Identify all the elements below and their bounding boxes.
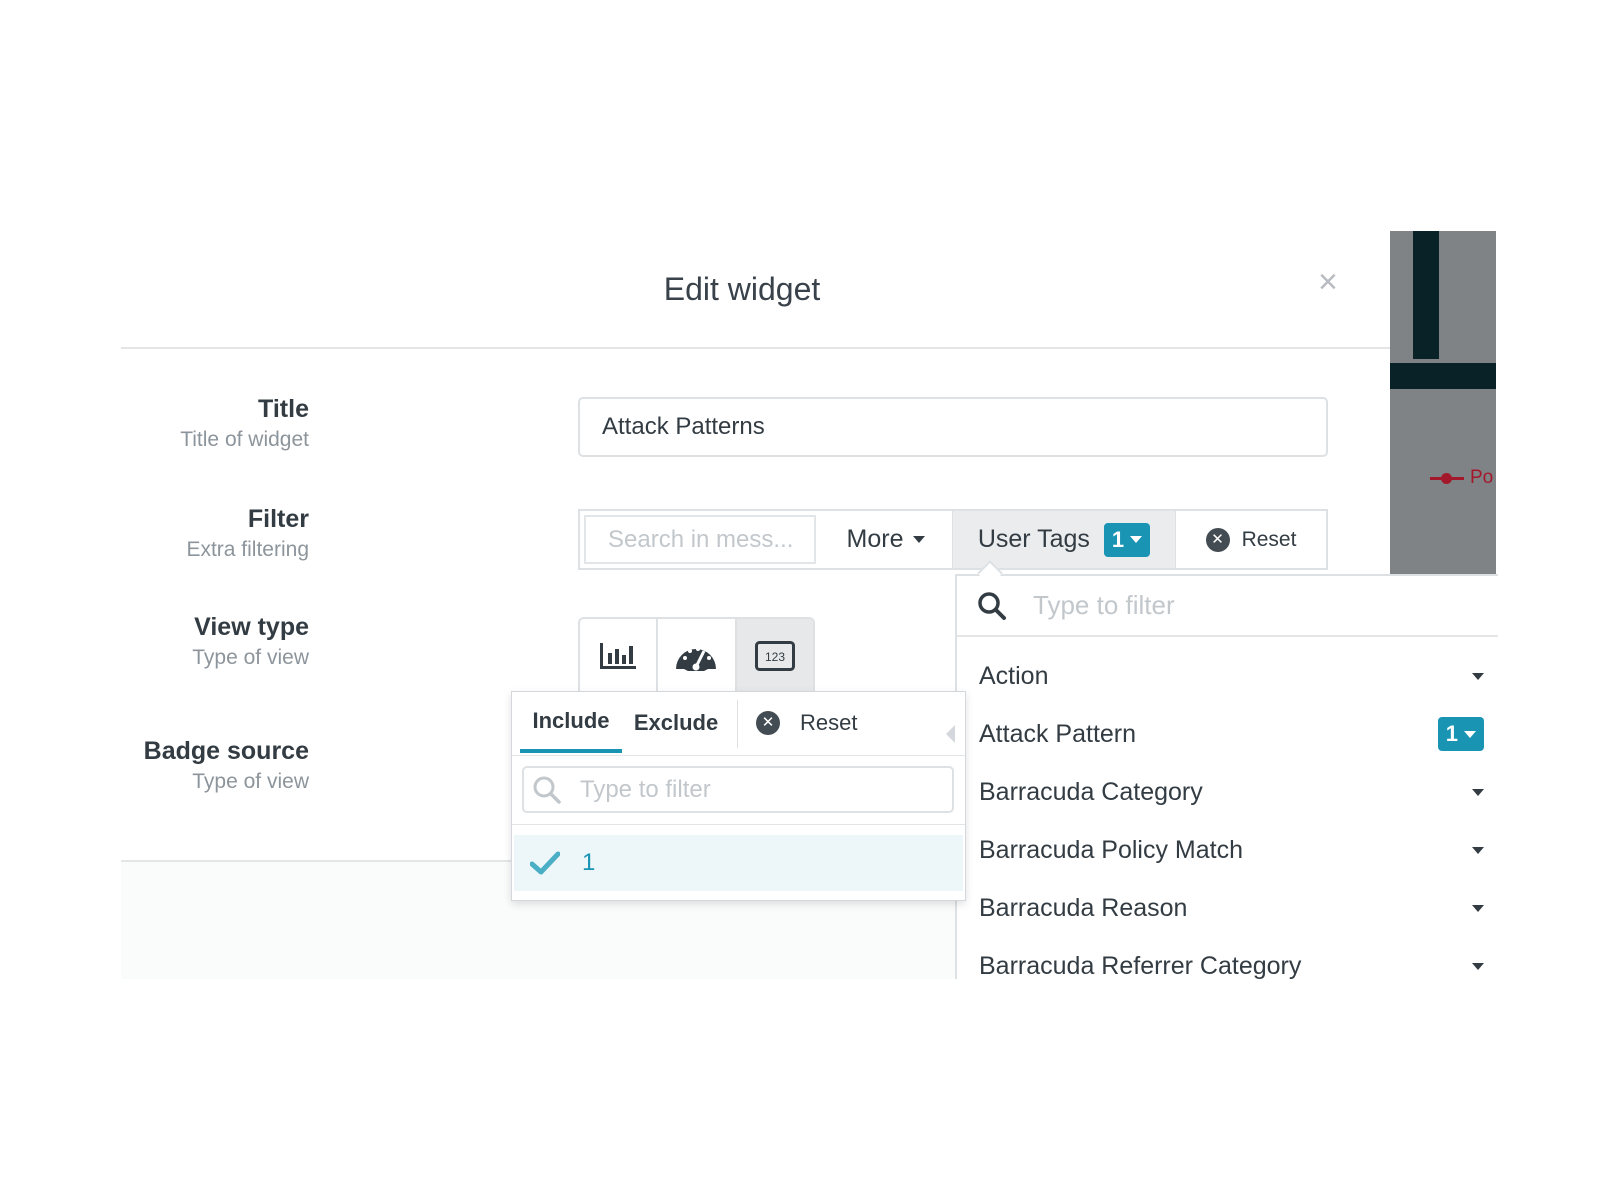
tag-values-dropdown: Include Exclude ✕ Reset Type to filter 1	[511, 691, 966, 901]
caret-down-icon	[1472, 904, 1484, 912]
filter-label: Filter	[247, 505, 309, 533]
view-type-number-button[interactable]: 123	[736, 619, 813, 693]
background-chart-bar	[1390, 363, 1496, 389]
search-icon	[978, 591, 1006, 620]
legend-label: Po	[1470, 467, 1494, 488]
tag-category-item[interactable]: Barracuda Referrer Category	[957, 937, 1498, 979]
checkmark-icon	[530, 851, 560, 875]
tag-category-item[interactable]: Barracuda Policy Match	[957, 821, 1498, 879]
tag-category-label: Barracuda Category	[979, 777, 1203, 806]
include-exclude-tabs: Include Exclude ✕ Reset	[512, 692, 965, 756]
user-tags-count-badge: 1	[1103, 522, 1151, 557]
caret-down-icon	[913, 536, 926, 543]
tag-category-dropdown: Type to filter Action Attack Pattern 1 B…	[955, 574, 1498, 979]
view-type-label-group: View type Type of view	[192, 611, 309, 673]
view-type-bar-chart-button[interactable]	[580, 619, 659, 693]
gauge-icon	[676, 647, 717, 671]
tag-category-item[interactable]: Barracuda Reason	[957, 879, 1498, 937]
tag-category-label: Barracuda Policy Match	[979, 835, 1244, 864]
tag-value-item[interactable]: 1	[514, 835, 963, 891]
more-filters-button[interactable]: More	[820, 511, 953, 568]
filter-reset-button[interactable]: ✕ Reset	[1175, 511, 1326, 568]
tag-values-reset-button[interactable]: ✕ Reset	[756, 692, 857, 753]
tag-search-input[interactable]: Type to filter	[957, 576, 1498, 637]
caret-down-icon	[1472, 962, 1484, 970]
tab-exclude[interactable]: Exclude	[626, 692, 726, 753]
modal-header: Edit widget ×	[121, 231, 1390, 349]
tag-category-label: Barracuda Reason	[979, 893, 1188, 922]
modal-title: Edit widget	[663, 271, 821, 307]
badge-count: 1	[1445, 721, 1458, 746]
clear-circle-icon: ✕	[756, 710, 780, 735]
view-type-label: View type	[194, 613, 309, 641]
caret-down-icon	[1472, 672, 1484, 680]
legend-marker-icon	[1430, 472, 1464, 484]
caret-down-icon	[1130, 536, 1143, 543]
reset-label: Reset	[800, 709, 858, 735]
tag-category-label: Attack Pattern	[979, 719, 1137, 748]
badge-source-label-group: Badge source Type of view	[144, 735, 309, 797]
title-input[interactable]: Attack Patterns	[578, 397, 1328, 457]
tag-values-search-input[interactable]: Type to filter	[522, 766, 954, 813]
title-label: Title	[258, 395, 309, 423]
tag-value-label: 1	[582, 849, 596, 876]
filter-label-group: Filter Extra filtering	[186, 503, 309, 565]
search-icon	[533, 776, 561, 804]
tag-search-placeholder: Type to filter	[1033, 590, 1175, 620]
view-type-sublabel: Type of view	[192, 646, 309, 669]
view-type-selector: 123	[578, 617, 815, 695]
tag-values-search-placeholder: Type to filter	[580, 775, 711, 803]
tab-include[interactable]: Include	[520, 692, 622, 753]
background-chart-legend: Po	[1430, 467, 1493, 489]
tag-category-item[interactable]: Barracuda Category	[957, 763, 1498, 821]
user-tags-label: User Tags	[977, 525, 1090, 553]
bar-chart-icon	[600, 643, 637, 669]
tab-divider	[737, 700, 738, 748]
number-display-glyph: 123	[765, 650, 785, 664]
tag-category-item[interactable]: Action	[957, 647, 1498, 705]
user-tags-button[interactable]: User Tags 1	[953, 511, 1175, 568]
tag-category-label: Barracuda Referrer Category	[979, 951, 1302, 980]
reset-label: Reset	[1241, 527, 1297, 551]
filter-sublabel: Extra filtering	[186, 538, 309, 561]
message-search-input[interactable]: Search in mess...	[584, 515, 816, 564]
close-button[interactable]: ×	[1318, 263, 1338, 302]
caret-down-icon	[1472, 788, 1484, 796]
filter-bar: Search in mess... More User Tags 1 ✕ Res…	[578, 509, 1328, 570]
background-chart: Po	[1390, 231, 1496, 574]
tag-category-item[interactable]: Attack Pattern 1	[957, 705, 1498, 763]
tag-count-badge: 1	[1437, 717, 1484, 751]
divider	[512, 824, 965, 825]
clear-circle-icon: ✕	[1205, 527, 1230, 552]
more-label: More	[846, 525, 904, 553]
dropdown-pointer	[946, 725, 955, 743]
badge-count: 1	[1111, 526, 1125, 552]
caret-down-icon	[1472, 846, 1484, 854]
badge-source-label: Badge source	[143, 737, 309, 765]
title-sublabel: Title of widget	[180, 428, 309, 451]
caret-down-icon	[1464, 730, 1476, 738]
title-label-group: Title Title of widget	[180, 393, 309, 455]
view-type-gauge-button[interactable]	[658, 619, 737, 693]
number-display-icon: 123	[754, 641, 795, 671]
badge-source-sublabel: Type of view	[192, 770, 309, 793]
tag-category-label: Action	[979, 661, 1049, 690]
background-chart-bar	[1413, 231, 1439, 359]
